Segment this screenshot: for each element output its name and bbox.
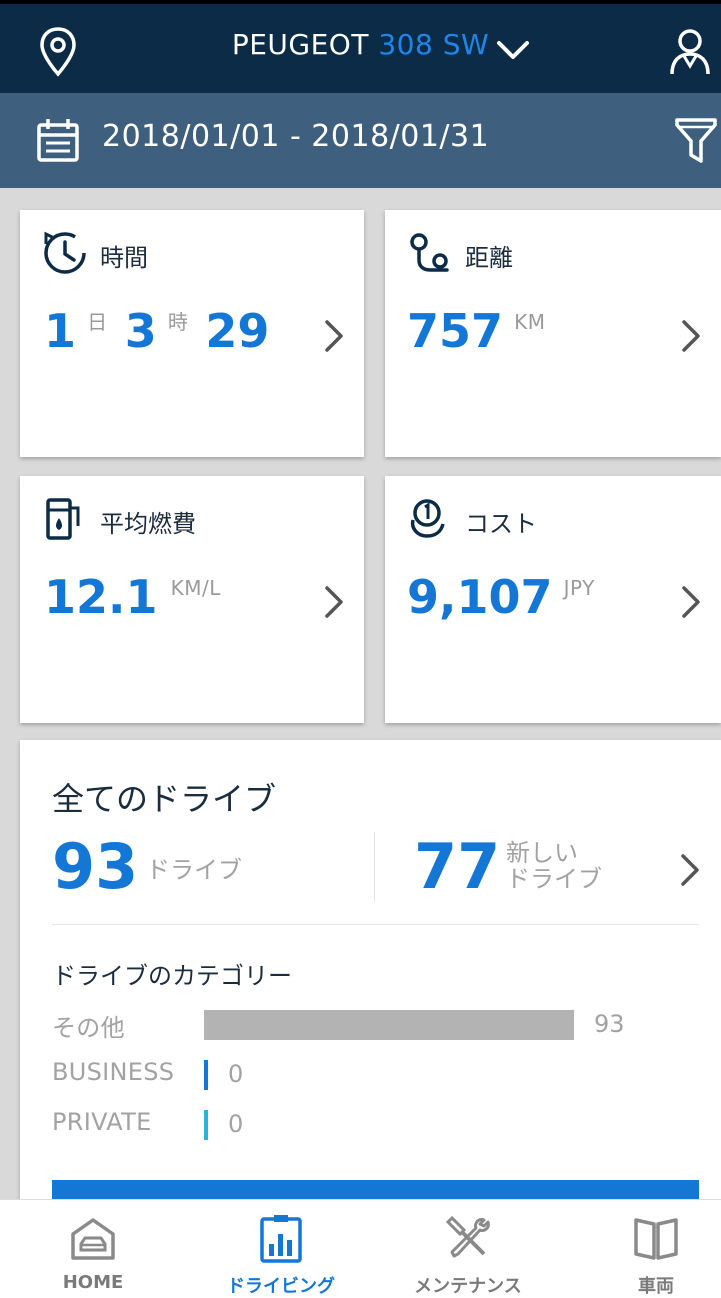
category-row-other: その他 93 [52,1008,692,1044]
fuel-unit: KM/L [170,576,221,600]
all-drives-heading: 全てのドライブ [52,780,277,818]
route-icon [410,233,449,272]
chevron-right-icon [325,586,343,618]
book-icon [634,1218,678,1260]
date-range-text: 2018/01/01 - 2018/01/31 [102,119,490,154]
time-label: 時間 [100,244,148,272]
garage-car-icon [71,1218,115,1260]
distance-label: 距離 [465,244,513,272]
category-value: 0 [228,1110,244,1138]
tab-vehicle[interactable]: 車両 [566,1200,721,1298]
time-card[interactable]: 時間 1 日 3 時 29 [20,210,364,457]
chevron-right-icon [325,320,343,352]
total-drives-label: ドライブ [146,856,242,884]
tools-icon [445,1215,490,1258]
time-days-value: 1 [44,304,77,358]
tab-driving[interactable]: ドライビング [191,1200,371,1298]
divider [374,832,375,902]
category-value: 93 [594,1010,625,1038]
time-minutes-value: 29 [205,304,270,358]
clock-icon [44,231,86,274]
vehicle-selector[interactable]: PEUGEOT 308 SW [0,28,721,61]
new-drives-value: 77 [414,830,501,903]
cost-unit: JPY [563,576,595,600]
distance-unit: KM [514,310,546,334]
category-value: 0 [228,1060,244,1088]
chevron-right-icon [682,586,700,618]
category-label: その他 [52,1014,125,1042]
category-bar [204,1110,208,1140]
fuel-card[interactable]: 平均燃費 12.1 KM/L [20,476,364,723]
new-drives-label-line2: ドライブ [506,865,602,893]
new-drives-label: 新しい ドライブ [506,840,602,892]
tab-label: ドライビング [227,1276,335,1297]
category-row-business: BUSINESS 0 [52,1058,692,1094]
tab-label: HOME [62,1272,124,1293]
user-icon[interactable] [668,26,712,78]
tab-home[interactable]: HOME [3,1200,183,1298]
category-label: BUSINESS [52,1058,175,1086]
fuel-value: 12.1 [44,570,158,624]
tab-label: 車両 [638,1276,674,1297]
time-days-unit: 日 [87,310,108,334]
time-hours-unit: 時 [167,310,189,334]
vehicle-model: 308 SW [378,28,490,61]
cost-label: コスト [465,510,537,538]
tab-maintenance[interactable]: メンテナンス [378,1200,558,1298]
tab-label: メンテナンス [414,1276,522,1297]
category-bar [204,1060,208,1090]
time-hours-value: 3 [124,304,157,358]
category-row-private: PRIVATE 0 [52,1108,692,1144]
cost-card[interactable]: コスト 9,107 JPY [385,476,721,723]
fuel-label: 平均燃費 [100,510,196,538]
category-heading: ドライブのカテゴリー [52,962,292,990]
all-drives-card: 全てのドライブ 93 ドライブ 77 新しい ドライブ ドライブのカテゴリー そ… [20,740,721,1210]
distance-value: 757 [407,304,504,358]
cost-value: 9,107 [407,570,553,624]
filter-icon[interactable] [674,115,718,165]
distance-card[interactable]: 距離 757 KM [385,210,721,457]
bar-chart-icon [260,1215,302,1263]
coins-icon [410,499,445,538]
vehicle-brand: PEUGEOT [231,28,369,61]
new-drives-label-line1: 新しい [506,839,578,867]
divider [52,924,699,925]
calendar-icon [37,119,79,162]
bottom-tab-bar: HOME ドライビング メンテナンス 車両 [0,1199,721,1298]
category-label: PRIVATE [52,1108,152,1136]
chevron-right-icon [682,320,700,352]
total-drives-value: 93 [52,830,139,903]
top-bar: PEUGEOT 308 SW [0,0,721,93]
category-bar [204,1010,574,1040]
chevron-down-icon[interactable] [496,37,530,65]
date-range-bar[interactable]: 2018/01/01 - 2018/01/31 [0,93,721,188]
chevron-right-icon[interactable] [678,852,702,888]
fuel-pump-icon [46,498,80,540]
